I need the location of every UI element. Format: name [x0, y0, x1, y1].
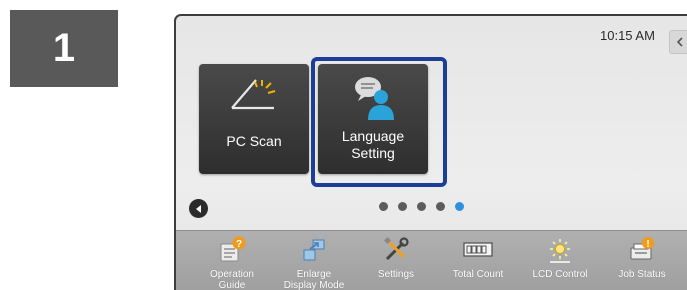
settings-tools-icon: [383, 236, 409, 261]
svg-text:?: ?: [236, 239, 242, 250]
job-status-button[interactable]: ! Job Status: [602, 231, 682, 290]
total-count-button[interactable]: Total Count: [438, 231, 518, 290]
touch-panel-screen: 10:15 AM PC Scan Language Setting ? Oper…: [174, 14, 687, 290]
bar-item-label: Job Status: [596, 269, 687, 280]
total-count-icon: [463, 242, 493, 257]
label-line1: Total Count: [452, 269, 504, 280]
previous-page-button[interactable]: [189, 199, 208, 218]
step-number-badge: 1: [10, 10, 118, 87]
label-line1: Operation: [210, 269, 254, 280]
svg-text:!: !: [646, 239, 649, 250]
label-line2: Guide: [218, 280, 246, 290]
label-line1: Settings: [377, 269, 415, 280]
operation-guide-button[interactable]: ? Operation Guide: [192, 231, 272, 290]
chevron-left-icon: [676, 37, 683, 47]
bar-item-label: LCD Control: [514, 269, 606, 280]
page-dot[interactable]: [417, 202, 426, 211]
side-panel-tab[interactable]: [669, 30, 687, 54]
page-indicator: [379, 202, 464, 211]
lcd-brightness-icon: [550, 239, 570, 263]
label-line1: Enlarge: [296, 269, 332, 280]
selection-highlight-frame: [311, 57, 447, 187]
bar-item-label: Total Count: [432, 269, 524, 280]
bottom-function-bar: ? Operation Guide Enlarge Display Mode S…: [176, 230, 687, 290]
pc-scan-tile[interactable]: PC Scan: [199, 64, 309, 174]
job-status-icon: !: [630, 237, 654, 260]
clock-time: 10:15 AM: [600, 28, 655, 43]
lcd-control-button[interactable]: LCD Control: [520, 231, 600, 290]
bar-item-label: Settings: [350, 269, 442, 280]
enlarge-display-mode-button[interactable]: Enlarge Display Mode: [274, 231, 354, 290]
bar-item-label: Enlarge Display Mode: [268, 269, 360, 290]
page-dot[interactable]: [436, 202, 445, 211]
page-dot[interactable]: [379, 202, 388, 211]
operation-guide-icon: ?: [220, 236, 246, 262]
label-line2: Display Mode: [283, 280, 345, 290]
bar-item-label: Operation Guide: [186, 269, 278, 290]
settings-button[interactable]: Settings: [356, 231, 436, 290]
arrow-left-icon: [195, 204, 201, 213]
page-dot[interactable]: [398, 202, 407, 211]
tile-label: PC Scan: [226, 133, 282, 149]
label-line1: Job Status: [618, 269, 666, 280]
page-dot-active[interactable]: [455, 202, 464, 211]
enlarge-display-icon: [303, 239, 325, 261]
label-line1: LCD Control: [532, 269, 588, 280]
step-number: 1: [52, 26, 76, 70]
scanner-icon: [231, 79, 276, 110]
